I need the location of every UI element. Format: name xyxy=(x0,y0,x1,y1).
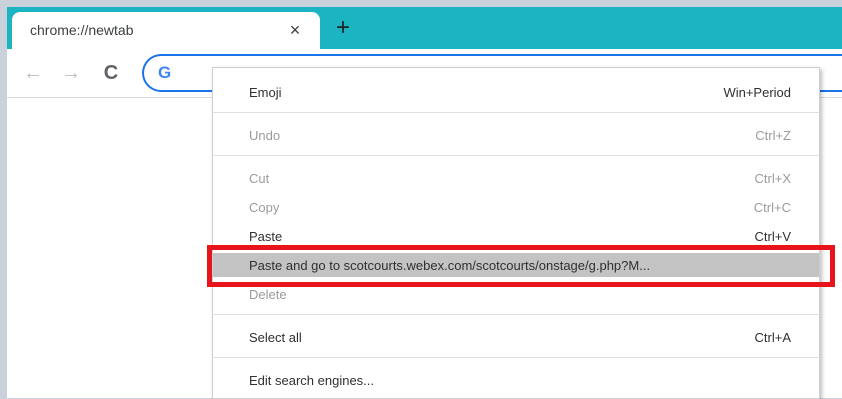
menu-item-edit-search-engines[interactable]: Edit search engines... xyxy=(213,368,819,392)
highlight-outline xyxy=(207,245,835,287)
menu-separator xyxy=(213,112,819,113)
menu-item-label: Delete xyxy=(249,287,287,302)
menu-item-emoji[interactable]: Emoji Win+Period xyxy=(213,80,819,104)
menu-separator xyxy=(213,357,819,358)
close-icon[interactable]: × xyxy=(285,20,305,40)
menu-item-label: Emoji xyxy=(249,85,282,100)
menu-separator xyxy=(213,314,819,315)
context-menu: Emoji Win+Period Undo Ctrl+Z Cut Ctrl+X … xyxy=(212,67,820,399)
menu-item-shortcut: Ctrl+C xyxy=(753,200,791,215)
tab-title: chrome://newtab xyxy=(30,22,134,38)
forward-arrow-icon[interactable]: → xyxy=(59,61,83,85)
menu-item-shortcut: Ctrl+V xyxy=(754,229,791,244)
new-tab-icon[interactable]: + xyxy=(331,16,355,40)
tab-strip: chrome://newtab × + xyxy=(7,7,842,49)
back-arrow-icon[interactable]: ← xyxy=(21,61,45,85)
menu-item-shortcut: Ctrl+Z xyxy=(755,128,791,143)
menu-item-label: Paste xyxy=(249,229,283,244)
menu-item-shortcut: Win+Period xyxy=(723,85,791,100)
menu-item-undo[interactable]: Undo Ctrl+Z xyxy=(213,123,819,147)
menu-item-copy[interactable]: Copy Ctrl+C xyxy=(213,195,819,219)
tab-newtab[interactable]: chrome://newtab × xyxy=(12,12,320,49)
reload-icon[interactable]: C xyxy=(99,61,123,85)
menu-item-select-all[interactable]: Select all Ctrl+A xyxy=(213,325,819,349)
menu-item-label: Cut xyxy=(249,171,270,186)
menu-item-cut[interactable]: Cut Ctrl+X xyxy=(213,166,819,190)
menu-item-label: Select all xyxy=(249,330,302,345)
menu-item-label: Copy xyxy=(249,200,280,215)
menu-item-shortcut: Ctrl+A xyxy=(754,330,791,345)
menu-item-shortcut: Ctrl+X xyxy=(754,171,791,186)
menu-item-label: Edit search engines... xyxy=(249,373,375,388)
google-icon: G xyxy=(158,63,172,82)
menu-separator xyxy=(213,155,819,156)
menu-item-label: Undo xyxy=(249,128,281,143)
